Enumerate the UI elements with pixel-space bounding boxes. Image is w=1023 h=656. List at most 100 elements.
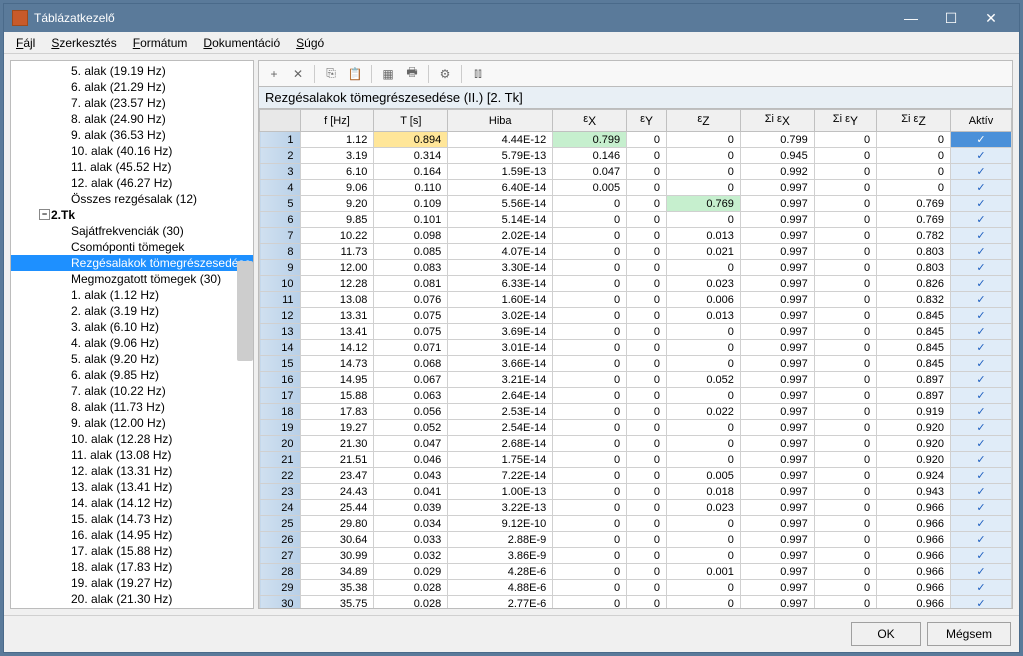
cell[interactable]: 0 bbox=[553, 452, 627, 468]
cell[interactable]: 0.109 bbox=[374, 196, 448, 212]
cell[interactable]: 0.997 bbox=[740, 580, 814, 596]
column-header[interactable]: Σi εX bbox=[740, 110, 814, 132]
table-row[interactable]: 1313.410.0753.69E-140000.99700.845✓ bbox=[260, 324, 1012, 340]
cell[interactable]: 5 bbox=[260, 196, 301, 212]
cell[interactable]: 35.38 bbox=[300, 580, 374, 596]
cell[interactable]: 0 bbox=[553, 372, 627, 388]
cell[interactable]: 0 bbox=[627, 148, 667, 164]
cell[interactable]: 0 bbox=[627, 260, 667, 276]
table-row[interactable]: 912.000.0833.30E-140000.99700.803✓ bbox=[260, 260, 1012, 276]
cell[interactable]: 9 bbox=[260, 260, 301, 276]
filter-button[interactable]: ⫾⫾ bbox=[467, 63, 489, 85]
cell[interactable]: 0 bbox=[814, 260, 876, 276]
cell[interactable]: 24 bbox=[260, 500, 301, 516]
cell[interactable]: 0 bbox=[553, 276, 627, 292]
cell[interactable]: 0.966 bbox=[877, 548, 951, 564]
cell[interactable]: 0.966 bbox=[877, 532, 951, 548]
cell[interactable]: ✓ bbox=[950, 452, 1011, 468]
table-row[interactable]: 2425.440.0393.22E-13000.0230.99700.966✓ bbox=[260, 500, 1012, 516]
tree-item[interactable]: Megmozgatott tömegek (30) bbox=[11, 271, 253, 287]
add-button[interactable]: + bbox=[263, 63, 285, 85]
cell[interactable]: 0 bbox=[814, 564, 876, 580]
cell[interactable]: 1.00E-13 bbox=[448, 484, 553, 500]
menu-format[interactable]: Formátum bbox=[125, 34, 196, 52]
table-row[interactable]: 1614.950.0673.21E-14000.0520.99700.897✓ bbox=[260, 372, 1012, 388]
column-header[interactable]: εY bbox=[627, 110, 667, 132]
table-row[interactable]: 2223.470.0437.22E-14000.0050.99700.924✓ bbox=[260, 468, 1012, 484]
cell[interactable]: 0.769 bbox=[667, 196, 741, 212]
cell[interactable]: 0 bbox=[553, 404, 627, 420]
cell[interactable]: 17 bbox=[260, 388, 301, 404]
cell[interactable]: 19 bbox=[260, 420, 301, 436]
cell[interactable]: ✓ bbox=[950, 244, 1011, 260]
cell[interactable]: 0.799 bbox=[740, 132, 814, 148]
cell[interactable]: 0.101 bbox=[374, 212, 448, 228]
cell[interactable]: 0.314 bbox=[374, 148, 448, 164]
cell[interactable]: 0.085 bbox=[374, 244, 448, 260]
table-row[interactable]: 1113.080.0761.60E-14000.0060.99700.832✓ bbox=[260, 292, 1012, 308]
cell[interactable]: 13.41 bbox=[300, 324, 374, 340]
cell[interactable]: 0.028 bbox=[374, 596, 448, 609]
cell[interactable]: 0.028 bbox=[374, 580, 448, 596]
table-row[interactable]: 710.220.0982.02E-14000.0130.99700.782✓ bbox=[260, 228, 1012, 244]
cell[interactable]: 0 bbox=[814, 372, 876, 388]
cell[interactable]: 0 bbox=[627, 548, 667, 564]
cell[interactable]: 24.43 bbox=[300, 484, 374, 500]
cell[interactable]: ✓ bbox=[950, 484, 1011, 500]
tree-item[interactable]: 10. alak (12.28 Hz) bbox=[11, 431, 253, 447]
table-row[interactable]: 59.200.1095.56E-14000.7690.99700.769✓ bbox=[260, 196, 1012, 212]
cell[interactable]: 0 bbox=[627, 372, 667, 388]
delete-button[interactable]: ✕ bbox=[287, 63, 309, 85]
cell[interactable]: ✓ bbox=[950, 276, 1011, 292]
cell[interactable]: 0.001 bbox=[667, 564, 741, 580]
cancel-button[interactable]: Mégsem bbox=[927, 622, 1011, 646]
cell[interactable]: 0 bbox=[627, 388, 667, 404]
cell[interactable]: 6 bbox=[260, 212, 301, 228]
column-header[interactable]: εZ bbox=[667, 110, 741, 132]
cell[interactable]: 0.075 bbox=[374, 324, 448, 340]
cell[interactable]: 0 bbox=[627, 484, 667, 500]
cell[interactable]: 0 bbox=[627, 500, 667, 516]
tree-item[interactable]: 1. alak (1.12 Hz) bbox=[11, 287, 253, 303]
tree-item[interactable]: 20. alak (21.30 Hz) bbox=[11, 591, 253, 607]
cell[interactable]: 14.95 bbox=[300, 372, 374, 388]
cell[interactable]: 2.77E-6 bbox=[448, 596, 553, 609]
cell[interactable]: 1.12 bbox=[300, 132, 374, 148]
cell[interactable]: 0.769 bbox=[877, 212, 951, 228]
table-row[interactable]: 1514.730.0683.66E-140000.99700.845✓ bbox=[260, 356, 1012, 372]
cell[interactable]: 0.052 bbox=[374, 420, 448, 436]
cell[interactable]: 21.30 bbox=[300, 436, 374, 452]
cell[interactable]: 0.997 bbox=[740, 244, 814, 260]
cell[interactable]: 0 bbox=[627, 244, 667, 260]
cell[interactable]: 0 bbox=[553, 244, 627, 260]
cell[interactable]: 0 bbox=[667, 212, 741, 228]
cell[interactable]: 0.063 bbox=[374, 388, 448, 404]
cell[interactable]: 0 bbox=[627, 212, 667, 228]
cell[interactable]: 0.997 bbox=[740, 212, 814, 228]
cell[interactable]: 0 bbox=[814, 324, 876, 340]
cell[interactable]: 17.83 bbox=[300, 404, 374, 420]
cell[interactable]: 0.943 bbox=[877, 484, 951, 500]
scrollbar-thumb[interactable] bbox=[237, 261, 253, 361]
table-row[interactable]: 2021.300.0472.68E-140000.99700.920✓ bbox=[260, 436, 1012, 452]
close-button[interactable]: ✕ bbox=[971, 4, 1011, 32]
cell[interactable]: 3.69E-14 bbox=[448, 324, 553, 340]
cell[interactable]: 7 bbox=[260, 228, 301, 244]
cell[interactable]: 3.01E-14 bbox=[448, 340, 553, 356]
cell[interactable]: 0 bbox=[553, 564, 627, 580]
cell[interactable]: 0.799 bbox=[553, 132, 627, 148]
cell[interactable]: 4 bbox=[260, 180, 301, 196]
cell[interactable]: 0.023 bbox=[667, 500, 741, 516]
tree-item[interactable]: 3. alak (6.10 Hz) bbox=[11, 319, 253, 335]
cell[interactable]: 0.992 bbox=[740, 164, 814, 180]
cell[interactable]: 0 bbox=[627, 564, 667, 580]
cell[interactable]: 1.60E-14 bbox=[448, 292, 553, 308]
cell[interactable]: 0.023 bbox=[667, 276, 741, 292]
cell[interactable]: 0.997 bbox=[740, 548, 814, 564]
tree-item[interactable]: Rezgésalakok tömegrészesedése (30) bbox=[11, 255, 253, 271]
cell[interactable]: 0.832 bbox=[877, 292, 951, 308]
cell[interactable]: 0.997 bbox=[740, 436, 814, 452]
cell[interactable]: 0.039 bbox=[374, 500, 448, 516]
cell[interactable]: 13 bbox=[260, 324, 301, 340]
cell[interactable]: 9.06 bbox=[300, 180, 374, 196]
